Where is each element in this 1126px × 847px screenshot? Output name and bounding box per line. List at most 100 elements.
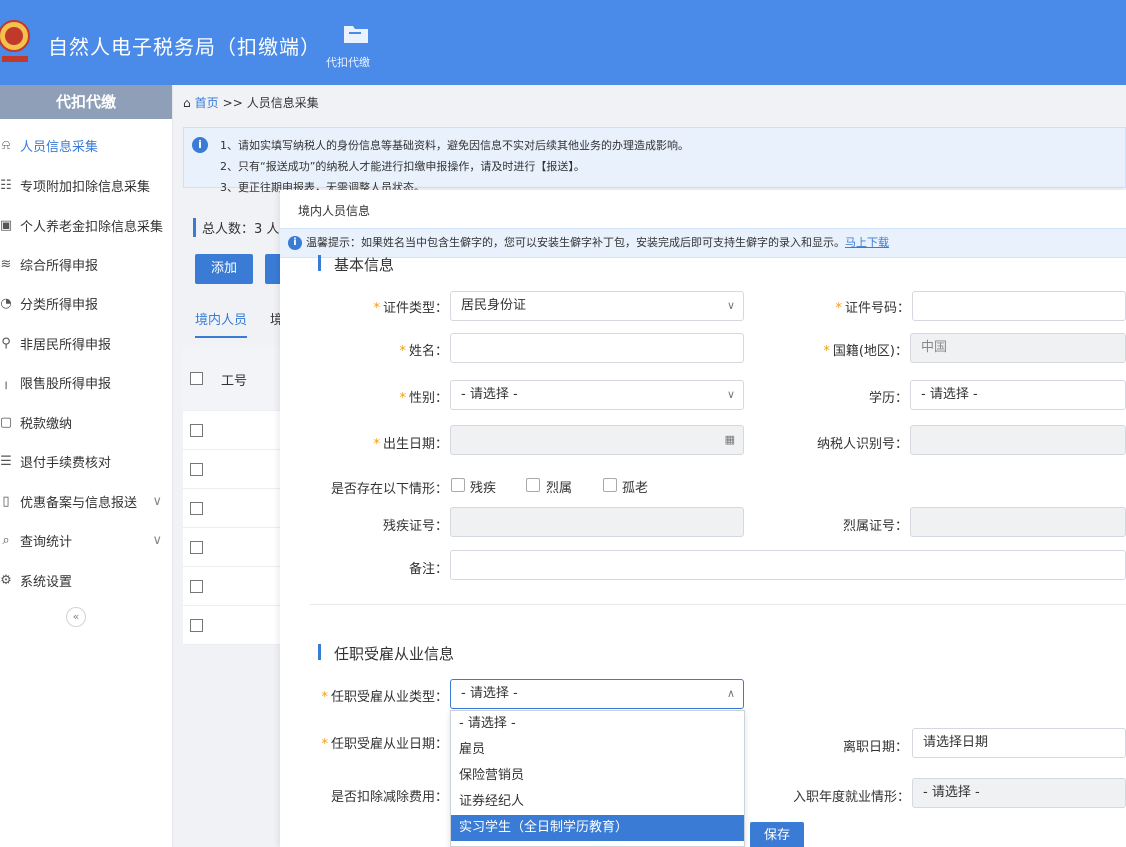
row-checkbox[interactable] [190, 580, 203, 593]
leave-date-input[interactable]: 请选择日期 [912, 728, 1126, 758]
id-number-label: * 证件号码： [835, 301, 910, 316]
modal-title: 境内人员信息 [298, 204, 371, 218]
tin-label: 纳税人识别号： [816, 437, 908, 452]
sidebar-item-query[interactable]: ⌕ 查询统计 ∨ [0, 524, 172, 556]
chevron-down-icon: ∨ [152, 532, 162, 548]
row-checkbox[interactable] [190, 619, 203, 632]
table-row [183, 489, 283, 528]
sidebar-item-tax-payment[interactable]: ▢ 税款缴纳 [0, 406, 172, 438]
breadcrumb-current: 人员信息采集 [246, 96, 319, 110]
select-all-checkbox[interactable] [190, 372, 203, 385]
disabled-option-label: 残疾 [470, 481, 497, 496]
martyr-no-input[interactable] [910, 507, 1126, 537]
leave-date-label: 离职日期： [842, 740, 908, 755]
tax-emblem-logo [0, 14, 34, 70]
martyr-family-checkbox[interactable] [526, 478, 540, 492]
sidebar-item-special-deduction[interactable]: ☷ 专项附加扣除信息采集 [0, 169, 172, 201]
employment-type-select[interactable]: - 请选择 - ∧ [450, 679, 744, 709]
employment-date-label: * 任职受雇从业日期： [321, 737, 448, 752]
lonely-elderly-checkbox[interactable] [603, 478, 617, 492]
layers-icon: ≋ [0, 256, 12, 272]
collapse-sidebar-button[interactable]: « [66, 607, 86, 627]
document-user-icon: ▣ [0, 217, 13, 233]
sidebar-item-comprehensive[interactable]: ≋ 综合所得申报 [0, 248, 172, 280]
sidebar: 代扣代缴 ⍾ 人员信息采集 ☷ 专项附加扣除信息采集 ▣ 个人养老金扣除信息采集… [0, 85, 173, 847]
tab-domestic-personnel[interactable]: 境内人员 [195, 309, 248, 338]
sidebar-item-preferential[interactable]: ▯ 优惠备案与信息报送 ∨ [0, 485, 172, 517]
sidebar-item-pension[interactable]: ▣ 个人养老金扣除信息采集 [0, 209, 172, 241]
row-checkbox[interactable] [190, 541, 203, 554]
row-checkbox[interactable] [190, 424, 203, 437]
tin-input[interactable] [910, 425, 1126, 455]
sidebar-item-settings[interactable]: ⚙ 系统设置 [0, 564, 172, 596]
table-row [183, 450, 283, 489]
row-checkbox[interactable] [190, 502, 203, 515]
user-icon: ⍾ [1, 137, 11, 153]
dropdown-option[interactable]: 保险营销员 [451, 763, 744, 789]
birth-date-label: * 出生日期： [373, 437, 448, 452]
list-icon: ☷ [0, 177, 12, 193]
sidebar-item-nonresident[interactable]: ⚲ 非居民所得申报 [0, 327, 172, 359]
tip-text: 温馨提示：如果姓名当中包含生僻字的，您可以安装生僻字补丁包，安装完成后即可支持生… [306, 236, 845, 249]
nav-tile-label: 代扣代缴 [326, 56, 370, 69]
nav-tile-withholding[interactable]: 代扣代缴 [326, 22, 386, 69]
nationality-input[interactable]: 中国 [910, 333, 1126, 363]
sidebar-item-label: 优惠备案与信息报送 [20, 495, 138, 511]
sidebar-item-label: 查询统计 [20, 534, 73, 550]
remark-input[interactable] [450, 550, 1126, 580]
dropdown-option[interactable]: 雇员 [451, 737, 744, 763]
section-divider [310, 604, 1126, 605]
sidebar-item-person-info[interactable]: ⍾ 人员信息采集 [0, 129, 172, 161]
total-count: 总人数：3 人 [193, 218, 279, 237]
app-title: 自然人电子税务局（扣缴端） [48, 35, 321, 59]
table-header-row: 工号 [183, 345, 283, 411]
dropdown-option[interactable]: - 请选择 - [451, 711, 744, 737]
disability-no-label: 残疾证号： [382, 519, 448, 534]
education-label: 学历： [868, 391, 908, 406]
id-type-label: * 证件类型： [373, 301, 448, 316]
search-icon: ⌕ [2, 532, 10, 548]
calendar-icon: ▦ [724, 433, 735, 446]
table-row [183, 567, 283, 606]
nationality-label: * 国籍(地区)： [823, 344, 908, 359]
sidebar-item-classified[interactable]: ◔ 分类所得申报 [0, 287, 172, 319]
table-row [183, 411, 283, 450]
entry-year-label: 入职年度就业情形： [792, 790, 910, 805]
id-type-select[interactable]: 居民身份证 ∨ [450, 291, 744, 321]
section-title-basic: 基本信息 [318, 254, 394, 275]
column-header-employee-id: 工号 [221, 374, 248, 389]
notice-banner: i 1、请如实填写纳税人的身份信息等基础资料，避免因信息不实对后续其他业务的办理… [183, 127, 1126, 194]
gear-icon: ⚙ [0, 572, 12, 588]
situation-label: 是否存在以下情形： [330, 482, 448, 497]
section-title-employment: 任职受雇从业信息 [318, 643, 454, 664]
add-button[interactable]: 添加 [195, 254, 253, 284]
row-checkbox[interactable] [190, 463, 203, 476]
dropdown-option-selected[interactable]: 实习学生（全日制学历教育） [451, 815, 744, 841]
breadcrumb: ⌂ 首页 >> 人员信息采集 [183, 94, 319, 111]
lonely-elderly-option-label: 孤老 [622, 481, 649, 496]
employment-type-dropdown: - 请选择 - 雇员 保险营销员 证券经纪人 实习学生（全日制学历教育） 其他 [450, 710, 745, 847]
gender-select[interactable]: - 请选择 - ∨ [450, 380, 744, 410]
breadcrumb-home-link[interactable]: 首页 [195, 94, 219, 111]
sidebar-item-refund-fee[interactable]: ☰ 退付手续费核对 [0, 445, 172, 477]
sidebar-item-restricted-shares[interactable]: ╷ 限售股所得申报 [0, 366, 172, 398]
download-link[interactable]: 马上下载 [845, 236, 889, 249]
personnel-table: 工号 [183, 345, 283, 645]
gender-label: * 性别： [399, 391, 448, 406]
education-select[interactable]: - 请选择 - [910, 380, 1126, 410]
entry-year-select[interactable]: - 请选择 - [912, 778, 1126, 808]
birth-date-input[interactable]: ▦ [450, 425, 744, 455]
id-number-input[interactable] [912, 291, 1126, 321]
sidebar-item-label: 系统设置 [20, 574, 73, 590]
sidebar-header: 代扣代缴 [0, 85, 172, 119]
chevron-down-icon: ∨ [152, 493, 162, 509]
dropdown-option[interactable]: 证券经纪人 [451, 789, 744, 815]
notice-line: 1、请如实填写纳税人的身份信息等基础资料，避免因信息不实对后续其他业务的办理造成… [220, 139, 689, 152]
save-button[interactable]: 保存 [750, 822, 804, 847]
name-input[interactable] [450, 333, 744, 363]
chevron-down-icon: ∨ [726, 388, 735, 401]
dropdown-option[interactable]: 其他 [451, 841, 744, 846]
disabled-checkbox[interactable] [451, 478, 465, 492]
person-icon: ⚲ [1, 335, 11, 351]
disability-no-input[interactable] [450, 507, 744, 537]
